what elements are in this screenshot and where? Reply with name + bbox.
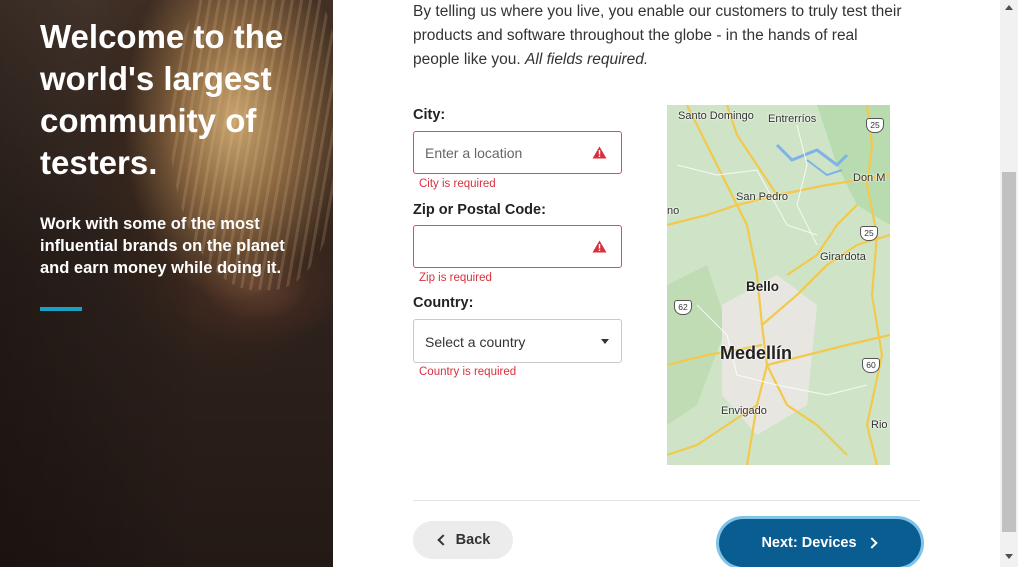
- required-note: All fields required.: [525, 51, 649, 68]
- country-error: Country is required: [419, 366, 517, 378]
- dropdown-caret-icon: [601, 339, 609, 344]
- intro-text: By telling us where you live, you enable…: [413, 0, 903, 72]
- city-label: City:: [413, 107, 446, 123]
- accent-bar: [40, 307, 82, 311]
- route-shield-icon: 62: [674, 300, 692, 315]
- map-label-no: no: [667, 205, 680, 217]
- back-button[interactable]: Back: [413, 521, 513, 559]
- country-selected: Select a country: [425, 334, 526, 350]
- hero-panel: Welcome to the world's largest community…: [0, 0, 333, 567]
- city-input[interactable]: Enter a location: [413, 131, 622, 174]
- chevron-right-icon: [865, 537, 878, 549]
- map-label-medellin: Medellín: [720, 343, 793, 363]
- page: Welcome to the world's largest community…: [0, 0, 1034, 567]
- route-shield-icon: 25: [866, 118, 884, 133]
- scroll-up-arrow-icon[interactable]: [1005, 5, 1013, 10]
- intro-body: By telling us where you live, you enable…: [413, 3, 902, 68]
- vertical-scrollbar[interactable]: [1000, 0, 1018, 567]
- next-button-label: Next: Devices: [761, 535, 857, 551]
- next-devices-button[interactable]: Next: Devices: [719, 519, 921, 567]
- city-error: City is required: [419, 178, 496, 190]
- map-label-envigado: Envigado: [721, 405, 767, 417]
- warning-icon: [592, 240, 607, 253]
- city-placeholder: Enter a location: [425, 145, 523, 161]
- zip-error: Zip is required: [419, 272, 492, 284]
- location-map[interactable]: Santo Domingo Entrerríos Don M San Pedro…: [667, 105, 890, 465]
- warning-icon: [592, 146, 607, 159]
- map-label-girardota: Girardota: [820, 251, 866, 263]
- chevron-left-icon: [436, 534, 449, 546]
- map-label-don-m: Don M: [853, 172, 886, 184]
- map-label-santo-domingo: Santo Domingo: [678, 110, 754, 122]
- map-label-bello: Bello: [746, 279, 780, 294]
- hero-title: Welcome to the world's largest community…: [40, 18, 284, 181]
- country-label: Country:: [413, 295, 474, 311]
- zip-label: Zip or Postal Code:: [413, 202, 546, 218]
- zip-input[interactable]: [413, 225, 622, 268]
- country-select[interactable]: Select a country: [413, 319, 622, 363]
- route-shield-icon: 60: [862, 358, 880, 373]
- hero-subtitle: Work with some of the most influential b…: [40, 215, 285, 277]
- scrollbar-thumb[interactable]: [1002, 172, 1016, 532]
- route-shield-icon: 25: [860, 226, 878, 241]
- scroll-down-arrow-icon[interactable]: [1005, 554, 1013, 559]
- map-label-entrerrios: Entrerríos: [768, 113, 817, 125]
- back-button-label: Back: [455, 532, 491, 548]
- map-label-rio: Rio: [871, 419, 888, 431]
- divider: [413, 500, 920, 501]
- map-label-san-pedro: San Pedro: [736, 191, 788, 203]
